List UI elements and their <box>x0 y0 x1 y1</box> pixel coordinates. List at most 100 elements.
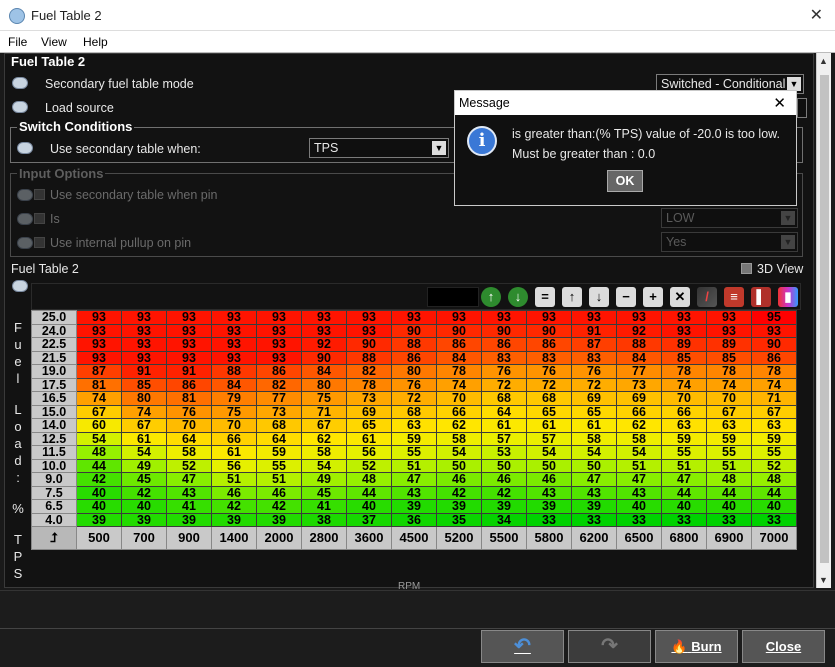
table-cell[interactable]: 39 <box>391 499 437 514</box>
table-cell[interactable]: 40 <box>751 499 797 514</box>
3d-view-checkbox[interactable] <box>741 263 752 274</box>
table-cell[interactable]: 93 <box>301 323 347 338</box>
table-cell[interactable]: 70 <box>661 391 707 406</box>
y-bin-cell[interactable]: 10.0 <box>31 458 77 473</box>
table-cell[interactable]: 46 <box>526 472 572 487</box>
table-cell[interactable]: 84 <box>616 350 662 365</box>
table-cell[interactable]: 88 <box>346 350 392 365</box>
table-cell[interactable]: 69 <box>616 391 662 406</box>
table-cell[interactable]: 67 <box>751 404 797 419</box>
table-cell[interactable]: 93 <box>256 310 302 325</box>
table-cell[interactable]: 57 <box>526 431 572 446</box>
table-cell[interactable]: 47 <box>571 472 617 487</box>
table-cell[interactable]: 50 <box>436 458 482 473</box>
table-cell[interactable]: 42 <box>76 472 122 487</box>
x-bin-cell[interactable]: 5800 <box>526 526 572 550</box>
table-cell[interactable]: 83 <box>571 350 617 365</box>
table-cell[interactable]: 93 <box>436 310 482 325</box>
table-cell[interactable]: 51 <box>706 458 752 473</box>
table-cell[interactable]: 39 <box>211 512 257 527</box>
table-cell[interactable]: 83 <box>526 350 572 365</box>
table-cell[interactable]: 63 <box>706 418 752 433</box>
table-cell[interactable]: 52 <box>346 458 392 473</box>
table-cell[interactable]: 43 <box>526 485 572 500</box>
table-cell[interactable]: 49 <box>301 472 347 487</box>
table-cell[interactable]: 92 <box>301 337 347 352</box>
menu-help[interactable]: Help <box>83 35 108 49</box>
table-cell[interactable]: 67 <box>76 404 122 419</box>
table-cell[interactable]: 84 <box>301 364 347 379</box>
table-cell[interactable]: 68 <box>526 391 572 406</box>
table-cell[interactable]: 87 <box>571 337 617 352</box>
x-bin-cell[interactable]: 6500 <box>616 526 662 550</box>
y-bin-cell[interactable]: 12.5 <box>31 431 77 446</box>
table-cell[interactable]: 84 <box>436 350 482 365</box>
table-cell[interactable]: 90 <box>391 323 437 338</box>
table-cell[interactable]: 58 <box>571 431 617 446</box>
table-cell[interactable]: 61 <box>346 431 392 446</box>
table-cell[interactable]: 93 <box>121 310 167 325</box>
table-cell[interactable]: 86 <box>481 337 527 352</box>
table-cell[interactable]: 79 <box>211 391 257 406</box>
x-bin-cell[interactable]: 6200 <box>571 526 617 550</box>
table-cell[interactable]: 59 <box>391 431 437 446</box>
table-cell[interactable]: 78 <box>346 377 392 392</box>
table-cell[interactable]: 49 <box>121 458 167 473</box>
table-cell[interactable]: 74 <box>661 377 707 392</box>
table-cell[interactable]: 42 <box>211 499 257 514</box>
table-cell[interactable]: 54 <box>616 445 662 460</box>
table-cell[interactable]: 62 <box>616 418 662 433</box>
table-cell[interactable]: 39 <box>121 512 167 527</box>
table-cell[interactable]: 65 <box>571 404 617 419</box>
help-bubble-icon[interactable] <box>12 77 28 89</box>
table-cell[interactable]: 93 <box>346 323 392 338</box>
fuel-table-grid[interactable]: 25.0 93 93 93 93 93 93 93 93 93 93 93 93 93 93 93 95 24.0… <box>31 310 797 550</box>
table-cell[interactable]: 67 <box>706 404 752 419</box>
table-cell[interactable]: 93 <box>166 337 212 352</box>
table-cell[interactable]: 93 <box>301 310 347 325</box>
table-cell[interactable]: 66 <box>661 404 707 419</box>
table-cell[interactable]: 88 <box>616 337 662 352</box>
table-cell[interactable]: 86 <box>436 337 482 352</box>
table-cell[interactable]: 66 <box>436 404 482 419</box>
undo-button[interactable]: ↶ <box>481 630 564 663</box>
table-cell[interactable]: 73 <box>346 391 392 406</box>
table-cell[interactable]: 33 <box>571 512 617 527</box>
table-cell[interactable]: 88 <box>391 337 437 352</box>
table-cell[interactable]: 70 <box>166 418 212 433</box>
table-cell[interactable]: 76 <box>391 377 437 392</box>
table-cell[interactable]: 54 <box>526 445 572 460</box>
y-bin-cell[interactable]: 19.0 <box>31 364 77 379</box>
table-cell[interactable]: 61 <box>211 445 257 460</box>
table-cell[interactable]: 93 <box>76 310 122 325</box>
gradient-icon[interactable]: ▮ <box>778 287 798 307</box>
plus-icon[interactable]: + <box>643 287 663 307</box>
table-cell[interactable]: 40 <box>616 499 662 514</box>
table-cell[interactable]: 77 <box>616 364 662 379</box>
scroll-down-icon[interactable]: ▼ <box>819 575 828 585</box>
table-cell[interactable]: 51 <box>256 472 302 487</box>
table-cell[interactable]: 47 <box>166 472 212 487</box>
table-cell[interactable]: 44 <box>661 485 707 500</box>
table-cell[interactable]: 93 <box>211 337 257 352</box>
table-cell[interactable]: 63 <box>661 418 707 433</box>
table-cell[interactable]: 93 <box>346 310 392 325</box>
table-cell[interactable]: 44 <box>751 485 797 500</box>
table-cell[interactable]: 43 <box>391 485 437 500</box>
table-cell[interactable]: 46 <box>211 485 257 500</box>
table-cell[interactable]: 55 <box>256 458 302 473</box>
table-cell[interactable]: 52 <box>166 458 212 473</box>
table-cell[interactable]: 52 <box>751 458 797 473</box>
table-cell[interactable]: 43 <box>571 485 617 500</box>
table-cell[interactable]: 43 <box>166 485 212 500</box>
table-cell[interactable]: 78 <box>706 364 752 379</box>
table-cell[interactable]: 71 <box>751 391 797 406</box>
x-bin-cell[interactable]: 5200 <box>436 526 482 550</box>
table-cell[interactable]: 54 <box>121 445 167 460</box>
table-cell[interactable]: 68 <box>481 391 527 406</box>
table-cell[interactable]: 82 <box>256 377 302 392</box>
table-cell[interactable]: 65 <box>346 418 392 433</box>
table-cell[interactable]: 33 <box>661 512 707 527</box>
table-cell[interactable]: 80 <box>391 364 437 379</box>
table-cell[interactable]: 45 <box>121 472 167 487</box>
